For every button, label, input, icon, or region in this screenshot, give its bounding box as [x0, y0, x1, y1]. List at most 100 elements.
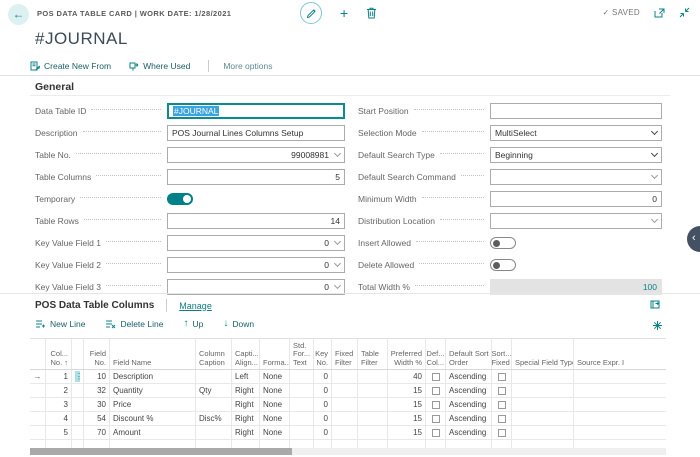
grid-cell-defcol[interactable]: [426, 384, 446, 397]
checkbox-defcol[interactable]: [432, 415, 440, 423]
up-button[interactable]: ↑Up: [183, 318, 203, 329]
grid-cell-defcol[interactable]: [426, 398, 446, 411]
grid-cell-keyno[interactable]: 0: [314, 412, 332, 425]
field-input-table-columns[interactable]: 5: [167, 169, 345, 185]
where-used-button[interactable]: Where Used: [129, 61, 190, 71]
grid-cell-fixedfilter[interactable]: [332, 370, 358, 383]
collapse-button[interactable]: [679, 7, 690, 18]
grid-cell-stdfortext[interactable]: [290, 384, 314, 397]
grid-cell-defsort[interactable]: Ascending: [446, 384, 492, 397]
grid-header-defcol[interactable]: Def...Col...: [426, 339, 446, 369]
grid-cell-specialfield[interactable]: [512, 398, 574, 411]
grid-header-tablefilter[interactable]: TableFilter: [358, 339, 388, 369]
toggle-temporary[interactable]: [167, 193, 193, 205]
checkbox-sortfixed[interactable]: [498, 415, 506, 423]
grid-cell-fixedfilter[interactable]: [332, 384, 358, 397]
checkbox-defcol[interactable]: [432, 387, 440, 395]
grid-cell-rowmark[interactable]: [30, 384, 46, 397]
grid-cell-format[interactable]: None: [260, 398, 290, 411]
chevron-down-icon[interactable]: [334, 150, 341, 157]
checkbox-defcol[interactable]: [432, 373, 440, 381]
checkbox-defcol[interactable]: [432, 401, 440, 409]
checkbox-sortfixed[interactable]: [498, 429, 506, 437]
grid-cell-colcaption[interactable]: [196, 370, 232, 383]
grid-cell-keyno[interactable]: 0: [314, 370, 332, 383]
grid-cell-fieldname[interactable]: Discount %: [110, 412, 196, 425]
grid-cell-dots[interactable]: ⋮: [72, 370, 84, 383]
grid-cell-stdfortext[interactable]: [290, 412, 314, 425]
grid-cell-prefwidth[interactable]: 15: [388, 426, 426, 439]
grid-header-dots[interactable]: [72, 339, 84, 369]
grid-cell-fieldno[interactable]: 70: [84, 426, 110, 439]
field-input-distribution-location[interactable]: [490, 213, 662, 229]
grid-cell-specialfield[interactable]: [512, 370, 574, 383]
grid-cell-colno[interactable]: 5: [46, 426, 72, 439]
field-input-default-search-type[interactable]: Beginning: [490, 147, 662, 163]
chevron-down-icon[interactable]: [334, 282, 341, 289]
grid-cell-tablefilter[interactable]: [358, 384, 388, 397]
grid-header-fieldno[interactable]: FieldNo.: [84, 339, 110, 369]
more-options-button[interactable]: More options: [223, 61, 272, 71]
chevron-down-icon[interactable]: [334, 260, 341, 267]
grid-cell-prefwidth[interactable]: 15: [388, 412, 426, 425]
chevron-down-icon[interactable]: [651, 216, 658, 223]
grid-cell-dots[interactable]: [72, 384, 84, 397]
factbox-expand-button[interactable]: ‹: [687, 226, 700, 252]
grid-cell-format[interactable]: None: [260, 412, 290, 425]
grid-cell-rowmark[interactable]: [30, 398, 46, 411]
general-section-heading[interactable]: General: [35, 81, 74, 93]
chevron-down-icon[interactable]: [651, 150, 658, 157]
grid-cell-prefwidth[interactable]: 15: [388, 384, 426, 397]
field-input-data-table-id[interactable]: #JOURNAL: [167, 103, 345, 119]
edit-button[interactable]: [300, 2, 322, 24]
grid-cell-rowmark[interactable]: [30, 412, 46, 425]
grid-cell-tablefilter[interactable]: [358, 412, 388, 425]
new-button[interactable]: +: [340, 5, 348, 21]
grid-cell-sourceexpr[interactable]: [574, 398, 666, 411]
grid-cell-stdfortext[interactable]: [290, 370, 314, 383]
field-input-minimum-width[interactable]: 0: [490, 191, 662, 207]
grid-cell-fieldno[interactable]: 32: [84, 384, 110, 397]
grid-cell-keyno[interactable]: 0: [314, 398, 332, 411]
grid-cell-dots[interactable]: [72, 412, 84, 425]
grid-cell-fieldname[interactable]: Price: [110, 398, 196, 411]
grid-cell-tablefilter[interactable]: [358, 370, 388, 383]
toggle-insert-allowed[interactable]: [490, 237, 516, 249]
grid-cell-fieldname[interactable]: Quantity: [110, 384, 196, 397]
grid-cell-fieldname[interactable]: Amount: [110, 426, 196, 439]
grid-cell-stdfortext[interactable]: [290, 398, 314, 411]
create-new-from-button[interactable]: Create New From: [30, 61, 111, 71]
grid-cell-format[interactable]: None: [260, 370, 290, 383]
field-input-default-search-command[interactable]: [490, 169, 662, 185]
grid-cell-format[interactable]: None: [260, 426, 290, 439]
grid-header-rowmark[interactable]: [30, 339, 46, 369]
grid-header-specialfield[interactable]: Special Field Type: [512, 339, 574, 369]
grid-cell-captalign[interactable]: Left: [232, 370, 260, 383]
grid-cell-stdfortext[interactable]: [290, 426, 314, 439]
grid-cell-colno[interactable]: 2: [46, 384, 72, 397]
field-input-table-no[interactable]: 99008981: [167, 147, 345, 163]
grid-cell-specialfield[interactable]: [512, 426, 574, 439]
toggle-delete-allowed[interactable]: [490, 259, 516, 271]
grid-cell-sourceexpr[interactable]: [574, 412, 666, 425]
grid-cell-dots[interactable]: [72, 426, 84, 439]
grid-cell-sortfixed[interactable]: [492, 426, 512, 439]
grid-cell-sortfixed[interactable]: [492, 384, 512, 397]
checkbox-defcol[interactable]: [432, 429, 440, 437]
grid-cell-colno[interactable]: 3: [46, 398, 72, 411]
grid-header-defsort[interactable]: Default SortOrder: [446, 339, 492, 369]
grid-cell-fixedfilter[interactable]: [332, 412, 358, 425]
grid-row[interactable]: 232QuantityQtyRightNone015Ascending: [30, 384, 666, 398]
grid-cell-fieldno[interactable]: 54: [84, 412, 110, 425]
grid-cell-tablefilter[interactable]: [358, 426, 388, 439]
grid-cell-sortfixed[interactable]: [492, 412, 512, 425]
delete-button[interactable]: [366, 7, 377, 19]
grid-header-sourceexpr[interactable]: Source Expr. I: [574, 339, 666, 369]
grid-cell-sourceexpr[interactable]: [574, 384, 666, 397]
grid-cell-specialfield[interactable]: [512, 384, 574, 397]
grid-cell-fixedfilter[interactable]: [332, 398, 358, 411]
grid-cell-format[interactable]: None: [260, 384, 290, 397]
grid-cell-defcol[interactable]: [426, 370, 446, 383]
grid-cell-fixedfilter[interactable]: [332, 426, 358, 439]
grid-row[interactable]: →1⋮10DescriptionLeftNone040Ascending: [30, 370, 666, 384]
